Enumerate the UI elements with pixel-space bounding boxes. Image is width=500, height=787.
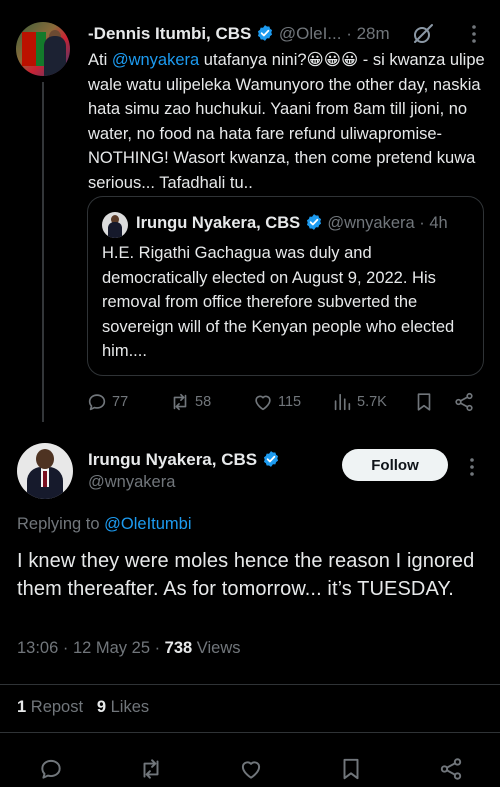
analytics-icon (334, 393, 351, 411)
quoted-tweet-header: Irungu Nyakera, CBS @wnyakera · 4h (136, 212, 448, 234)
mention-link[interactable]: @wnyakera (112, 51, 199, 69)
repost-stat-label: Repost (26, 698, 84, 716)
likes-stat-label: Likes (106, 698, 150, 716)
likes-stat-count: 9 (96, 698, 107, 716)
main-author-name[interactable]: Irungu Nyakera, CBS (88, 450, 257, 469)
main-author-handle[interactable]: @wnyakera (88, 471, 175, 493)
reply-button[interactable] (38, 756, 64, 782)
main-tweet-text: I knew they were moles hence the reason … (17, 550, 475, 600)
repost-button[interactable]: 58 (169, 390, 211, 414)
parent-text-start: Ati (88, 51, 112, 69)
parent-author-name[interactable]: -Dennis Itumbi, CBS (88, 24, 251, 43)
reply-icon (88, 394, 106, 411)
tweet-meta: 13:06 · 12 May 25 · 738 Views (17, 637, 241, 659)
quoted-tweet-card[interactable]: Irungu Nyakera, CBS @wnyakera · 4h H.E. … (87, 196, 484, 376)
quoted-tweet-text: H.E. Rigathi Gachagua was duly and democ… (102, 244, 455, 360)
views-number: 738 (164, 639, 193, 657)
like-button[interactable]: 115 (252, 390, 301, 414)
replying-to: Replying to @OleItumbi (17, 513, 192, 535)
quoted-author-avatar (102, 212, 128, 238)
more-options-icon[interactable] (460, 455, 484, 479)
share-button[interactable] (453, 390, 475, 414)
quoted-author-name: Irungu Nyakera, CBS (136, 214, 301, 232)
divider (0, 684, 500, 685)
like-count: 115 (278, 394, 302, 410)
more-options-icon[interactable] (462, 22, 486, 46)
parent-text-rest: utafanya nini?😀😀😀 - si kwanza ulipe wale… (88, 51, 485, 192)
quoted-tweet-time: · 4h (419, 214, 448, 232)
verified-badge-icon (256, 24, 274, 42)
heart-icon (241, 761, 261, 779)
repost-button[interactable] (138, 756, 164, 782)
bookmark-icon (343, 758, 359, 780)
repost-icon (173, 393, 187, 411)
replying-prefix: Replying to (17, 515, 105, 533)
repost-count: 58 (195, 394, 212, 410)
repost-icon (143, 759, 159, 779)
verified-badge-icon (305, 213, 323, 231)
reply-count: 77 (112, 394, 129, 410)
views-button[interactable]: 5.7K (331, 390, 387, 414)
parent-tweet-text: Ati @wnyakera utafanya nini?😀😀😀 - si kwa… (88, 48, 488, 195)
parent-tweet-header: -Dennis Itumbi, CBS @OleI... · 28m (88, 23, 390, 45)
parent-tweet-time[interactable]: · 28m (346, 24, 389, 43)
quoted-author-handle: @wnyakera (327, 214, 415, 232)
parent-author-avatar[interactable] (16, 22, 70, 76)
share-button[interactable] (438, 756, 464, 782)
views-label: Views (192, 639, 241, 657)
reply-icon (41, 759, 61, 779)
thread-connector-line (42, 82, 44, 422)
heart-icon (255, 395, 271, 411)
share-icon (440, 758, 462, 780)
bookmark-button[interactable] (413, 390, 435, 414)
grok-icon[interactable] (411, 22, 435, 46)
engagement-stats: 1 Repost 9 Likes (17, 696, 149, 718)
main-author-name-row[interactable]: Irungu Nyakera, CBS (88, 449, 280, 471)
repost-stat-count: 1 (17, 698, 27, 716)
tweet-timestamp[interactable]: 13:06 · 12 May 25 · (17, 639, 165, 657)
divider (0, 732, 500, 733)
follow-button[interactable]: Follow (342, 449, 448, 481)
like-button[interactable] (238, 756, 264, 782)
share-icon (455, 392, 473, 412)
views-count: 5.7K (357, 394, 387, 410)
bookmark-icon (417, 393, 431, 411)
parent-author-handle[interactable]: @OleI... (279, 24, 342, 43)
repost-stat[interactable]: 1 Repost (17, 698, 83, 716)
verified-badge-icon (262, 450, 280, 468)
bookmark-button[interactable] (338, 756, 364, 782)
replying-to-handle[interactable]: @OleItumbi (104, 515, 191, 533)
main-author-avatar[interactable] (17, 443, 73, 499)
reply-button[interactable]: 77 (86, 390, 128, 414)
likes-stat[interactable]: 9 Likes (97, 698, 149, 716)
